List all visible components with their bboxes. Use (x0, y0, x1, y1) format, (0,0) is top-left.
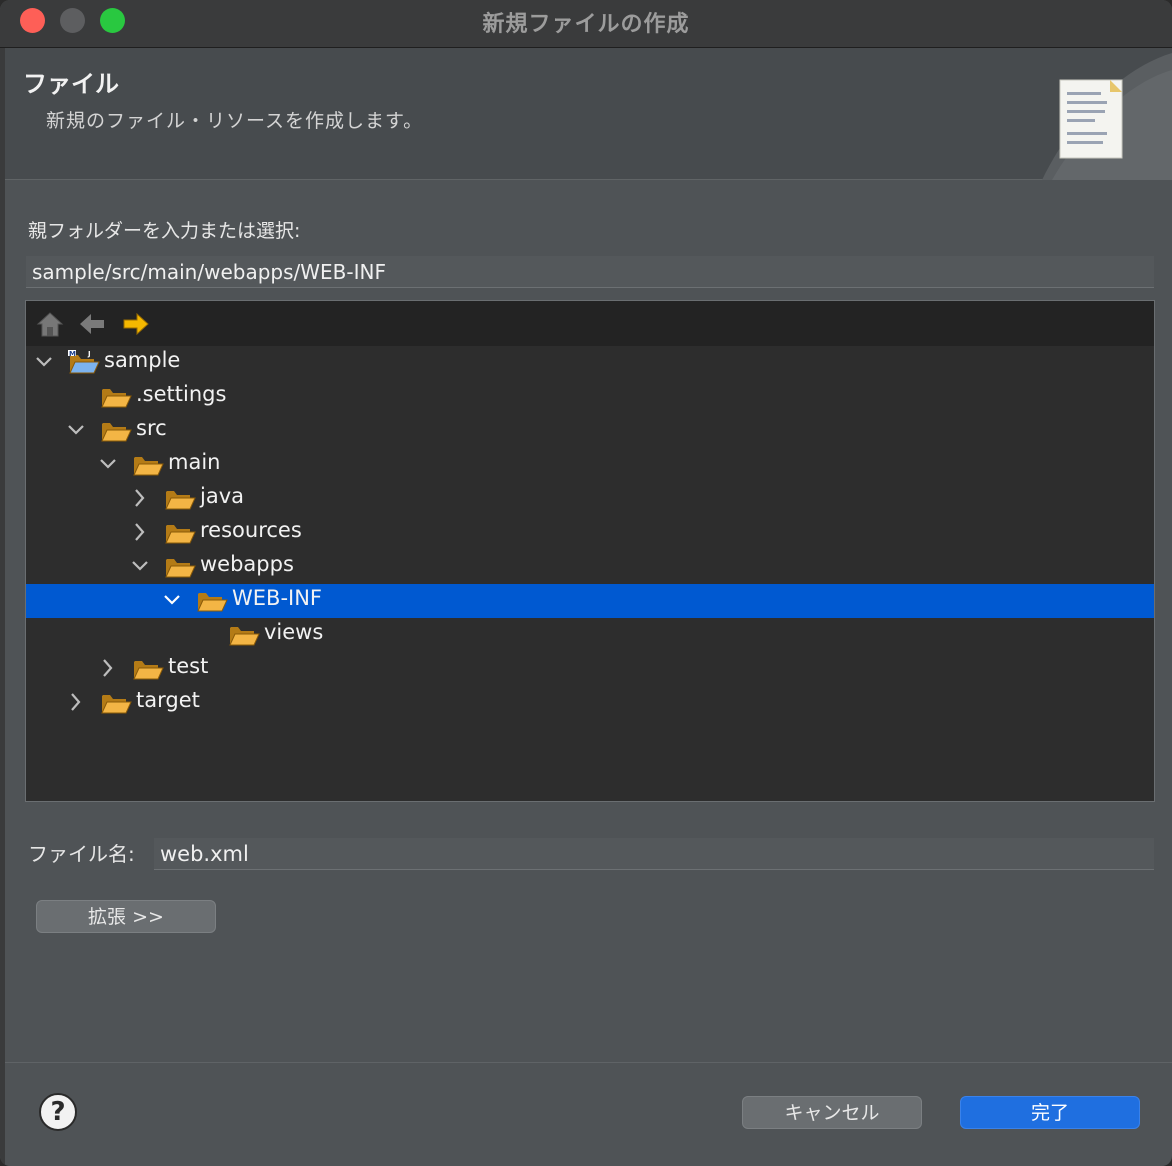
folder-icon (133, 457, 164, 476)
project-folder-icon: MJ (68, 350, 100, 374)
tree-item-label: src (136, 416, 167, 440)
folder-icon (101, 389, 132, 408)
folder-icon (229, 627, 260, 646)
window-title: 新規ファイルの作成 (482, 12, 690, 37)
home-icon[interactable] (35, 310, 65, 338)
tree-item-label: views (264, 620, 324, 644)
cancel-button[interactable]: キャンセル (742, 1096, 922, 1129)
header-description: 新規のファイル・リソースを作成します。 (46, 110, 424, 132)
svg-text:J: J (87, 350, 91, 358)
tree-item-label: WEB-INF (232, 586, 322, 610)
new-file-wizard-icon (1042, 53, 1172, 180)
tree-item-main[interactable]: main (26, 448, 1154, 482)
folder-icon (197, 593, 228, 612)
forward-arrow-icon[interactable] (121, 310, 151, 338)
svg-text:M: M (69, 350, 76, 358)
help-icon[interactable]: ? (39, 1093, 77, 1131)
advanced-button[interactable]: 拡張 >> (36, 900, 216, 933)
file-name-input[interactable] (154, 838, 1154, 870)
title-bar: 新規ファイルの作成 (0, 0, 1172, 48)
back-arrow-icon[interactable] (77, 310, 107, 338)
chevron-down-icon[interactable] (130, 555, 150, 577)
tree-item-settings[interactable]: .settings (26, 380, 1154, 414)
wizard-header: ファイル 新規のファイル・リソースを作成します。 (5, 48, 1172, 180)
tree-item-label: test (168, 654, 209, 678)
tree-item-webapps[interactable]: webapps (26, 550, 1154, 584)
chevron-down-icon[interactable] (98, 453, 118, 475)
chevron-right-icon[interactable] (130, 487, 150, 509)
folder-icon (165, 491, 196, 510)
tree-item-resources[interactable]: resources (26, 516, 1154, 550)
folder-icon (101, 695, 132, 714)
tree-item-label: webapps (200, 552, 294, 576)
button-bar-divider (5, 1062, 1172, 1063)
tree-item-label: .settings (136, 382, 227, 406)
tree-item-label: resources (200, 518, 302, 542)
tree-item-java[interactable]: java (26, 482, 1154, 516)
parent-folder-input[interactable] (26, 256, 1154, 288)
tree-item-label: sample (104, 348, 181, 372)
tree-item-views[interactable]: views (26, 618, 1154, 652)
tree-item-src[interactable]: src (26, 414, 1154, 448)
chevron-down-icon[interactable] (66, 419, 86, 441)
tree-toolbar (26, 301, 1154, 346)
tree-item-target[interactable]: target (26, 686, 1154, 720)
folder-icon (133, 661, 164, 680)
left-edge (0, 48, 5, 1166)
chevron-down-icon[interactable] (34, 351, 54, 373)
tree-item-label: target (136, 688, 200, 712)
folder-icon (165, 525, 196, 544)
chevron-right-icon[interactable] (130, 521, 150, 543)
tree-item-web-inf[interactable]: WEB-INF (26, 584, 1154, 618)
parent-folder-label: 親フォルダーを入力または選択: (28, 220, 301, 242)
folder-icon (101, 423, 132, 442)
folder-tree[interactable]: M Jsample .settings src main java resources web… (25, 300, 1155, 802)
tree-item-label: java (200, 484, 244, 508)
tree-item-label: main (168, 450, 221, 474)
tree-item-test[interactable]: test (26, 652, 1154, 686)
new-file-dialog: 新規ファイルの作成 ファイル 新規のファイル・リソースを作成します。 親フォルダ… (0, 0, 1172, 1166)
chevron-down-icon[interactable] (162, 589, 182, 611)
file-name-label: ファイル名: (28, 842, 135, 866)
finish-button[interactable]: 完了 (960, 1096, 1140, 1129)
header-title: ファイル (23, 70, 119, 98)
tree-item-sample[interactable]: M Jsample (26, 346, 1154, 380)
chevron-right-icon[interactable] (98, 657, 118, 679)
folder-icon (165, 559, 196, 578)
chevron-right-icon[interactable] (66, 691, 86, 713)
